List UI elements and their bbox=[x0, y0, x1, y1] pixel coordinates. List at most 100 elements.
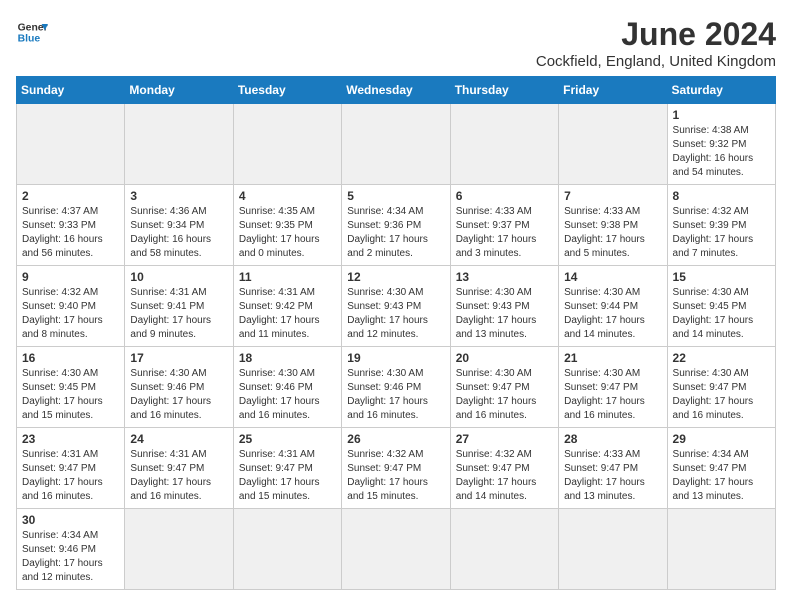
daylight-text: Daylight: 17 hours and 12 minutes. bbox=[22, 558, 103, 583]
calendar-cell: 14 Sunrise: 4:30 AMSunset: 9:44 PMDayligh… bbox=[559, 266, 667, 347]
calendar-cell: 15Sunrise: 4:30 AMSunset: 9:45 PMDayligh… bbox=[667, 266, 775, 347]
daylight-text: Daylight: 16 hours and 58 minutes. bbox=[130, 234, 211, 259]
cell-info: Sunrise: 4:30 AMSunset: 9:45 PMDaylight:… bbox=[22, 367, 119, 423]
daylight-text: Daylight: 17 hours and 13 minutes. bbox=[564, 477, 645, 502]
sunset-text: Sunset: 9:46 PM bbox=[347, 382, 421, 393]
calendar-cell: 11Sunrise: 4:31 AMSunset: 9:42 PMDayligh… bbox=[233, 266, 341, 347]
logo: General Blue bbox=[16, 16, 48, 48]
calendar-cell: 21Sunrise: 4:30 AMSunset: 9:47 PMDayligh… bbox=[559, 347, 667, 428]
sunrise-text: Sunrise: 4:30 AM bbox=[347, 287, 423, 298]
calendar-cell: 10Sunrise: 4:31 AMSunset: 9:41 PMDayligh… bbox=[125, 266, 233, 347]
daylight-text: Daylight: 17 hours and 14 minutes. bbox=[673, 315, 754, 340]
calendar-cell: 17Sunrise: 4:30 AMSunset: 9:46 PMDayligh… bbox=[125, 347, 233, 428]
cell-info: Sunrise: 4:31 AMSunset: 9:47 PMDaylight:… bbox=[130, 448, 227, 504]
calendar-cell: 8Sunrise: 4:32 AMSunset: 9:39 PMDaylight… bbox=[667, 185, 775, 266]
month-title: June 2024 bbox=[536, 16, 776, 53]
calendar-cell: 20 Sunrise: 4:30 AMSunset: 9:47 PMDayligh… bbox=[450, 347, 558, 428]
daylight-text: Daylight: 17 hours and 16 minutes. bbox=[22, 477, 103, 502]
sunrise-text: Sunrise: 4:32 AM bbox=[22, 287, 98, 298]
cell-info: Sunrise: 4:35 AMSunset: 9:35 PMDaylight:… bbox=[239, 205, 336, 261]
sunrise-text: Sunrise: 4:31 AM bbox=[130, 449, 206, 460]
day-number: 24 bbox=[130, 432, 227, 446]
daylight-text: Daylight: 17 hours and 13 minutes. bbox=[673, 477, 754, 502]
sunrise-text: Sunrise: 4:31 AM bbox=[239, 449, 315, 460]
sunset-text: Sunset: 9:46 PM bbox=[22, 544, 96, 555]
calendar-cell: 3Sunrise: 4:36 AMSunset: 9:34 PMDaylight… bbox=[125, 185, 233, 266]
week-row-5: 23Sunrise: 4:31 AMSunset: 9:47 PMDayligh… bbox=[17, 428, 776, 509]
calendar-cell: 9Sunrise: 4:32 AMSunset: 9:40 PMDaylight… bbox=[17, 266, 125, 347]
sunrise-text: Sunrise: 4:33 AM bbox=[456, 206, 532, 217]
sunrise-text: Sunrise: 4:32 AM bbox=[347, 449, 423, 460]
sunrise-text: Sunrise: 4:30 AM bbox=[673, 287, 749, 298]
daylight-text: Daylight: 17 hours and 16 minutes. bbox=[673, 396, 754, 421]
calendar-cell: 4 Sunrise: 4:35 AMSunset: 9:35 PMDaylight… bbox=[233, 185, 341, 266]
sunset-text: Sunset: 9:36 PM bbox=[347, 220, 421, 231]
calendar-cell: 30 Sunrise: 4:34 AM Sunset: 9:46 PM Dayligh… bbox=[17, 509, 125, 590]
cell-info: Sunrise: 4:38 AMSunset: 9:32 PMDaylight:… bbox=[673, 124, 770, 180]
day-number: 7 bbox=[564, 189, 661, 203]
day-number: 30 bbox=[22, 513, 119, 527]
sunset-text: Sunset: 9:41 PM bbox=[130, 301, 204, 312]
daylight-text: Daylight: 17 hours and 14 minutes. bbox=[456, 477, 537, 502]
week-row-6: 30 Sunrise: 4:34 AM Sunset: 9:46 PM Dayligh… bbox=[17, 509, 776, 590]
day-number: 20 bbox=[456, 351, 553, 365]
sunrise-text: Sunrise: 4:31 AM bbox=[130, 287, 206, 298]
sunset-text: Sunset: 9:33 PM bbox=[22, 220, 96, 231]
sunrise-text: Sunrise: 4:34 AM bbox=[673, 449, 749, 460]
cell-info: Sunrise: 4:37 AMSunset: 9:33 PMDaylight:… bbox=[22, 205, 119, 261]
day-number: 29 bbox=[673, 432, 770, 446]
day-number: 15 bbox=[673, 270, 770, 284]
sunrise-text: Sunrise: 4:31 AM bbox=[239, 287, 315, 298]
daylight-text: Daylight: 17 hours and 7 minutes. bbox=[673, 234, 754, 259]
daylight-text: Daylight: 17 hours and 12 minutes. bbox=[347, 315, 428, 340]
svg-text:Blue: Blue bbox=[18, 34, 41, 45]
week-row-1: 1Sunrise: 4:38 AMSunset: 9:32 PMDaylight… bbox=[17, 104, 776, 185]
cell-info: Sunrise: 4:31 AMSunset: 9:47 PMDaylight:… bbox=[22, 448, 119, 504]
daylight-text: Daylight: 17 hours and 16 minutes. bbox=[130, 396, 211, 421]
day-number: 13 bbox=[456, 270, 553, 284]
cell-info: Sunrise: 4:33 AMSunset: 9:37 PMDaylight:… bbox=[456, 205, 553, 261]
day-number: 2 bbox=[22, 189, 119, 203]
sunset-text: Sunset: 9:38 PM bbox=[564, 220, 638, 231]
calendar-cell bbox=[342, 104, 450, 185]
cell-info: Sunrise: 4:30 AMSunset: 9:47 PMDaylight:… bbox=[564, 367, 661, 423]
calendar-cell bbox=[450, 104, 558, 185]
cell-info: Sunrise: 4:30 AMSunset: 9:44 PMDaylight:… bbox=[564, 286, 661, 342]
calendar-cell: 7Sunrise: 4:33 AMSunset: 9:38 PMDaylight… bbox=[559, 185, 667, 266]
sunrise-text: Sunrise: 4:38 AM bbox=[673, 125, 749, 136]
day-number: 25 bbox=[239, 432, 336, 446]
calendar-cell: 23Sunrise: 4:31 AMSunset: 9:47 PMDayligh… bbox=[17, 428, 125, 509]
calendar-cell: 27Sunrise: 4:32 AMSunset: 9:47 PMDayligh… bbox=[450, 428, 558, 509]
sunset-text: Sunset: 9:32 PM bbox=[673, 139, 747, 150]
week-row-2: 2 Sunrise: 4:37 AM Sunset: 9:33 PM Daylight… bbox=[17, 185, 776, 266]
header-saturday: Saturday bbox=[667, 77, 775, 104]
calendar-cell: 5Sunrise: 4:34 AMSunset: 9:36 PMDaylight… bbox=[342, 185, 450, 266]
sunrise-text: Sunrise: 4:34 AM bbox=[22, 530, 98, 541]
sunset-text: Sunset: 9:47 PM bbox=[130, 463, 204, 474]
sunrise-text: Sunrise: 4:30 AM bbox=[347, 368, 423, 379]
calendar-cell bbox=[125, 104, 233, 185]
sunset-text: Sunset: 9:35 PM bbox=[239, 220, 313, 231]
calendar-cell: 22Sunrise: 4:30 AMSunset: 9:47 PMDayligh… bbox=[667, 347, 775, 428]
weekday-header-row: Sunday Monday Tuesday Wednesday Thursday… bbox=[17, 77, 776, 104]
cell-info: Sunrise: 4:31 AMSunset: 9:41 PMDaylight:… bbox=[130, 286, 227, 342]
day-number: 14 bbox=[564, 270, 661, 284]
sunrise-text: Sunrise: 4:32 AM bbox=[673, 206, 749, 217]
calendar-cell: 18Sunrise: 4:30 AMSunset: 9:46 PMDayligh… bbox=[233, 347, 341, 428]
calendar-cell bbox=[17, 104, 125, 185]
sunset-text: Sunset: 9:47 PM bbox=[673, 382, 747, 393]
sunset-text: Sunset: 9:47 PM bbox=[456, 382, 530, 393]
sunset-text: Sunset: 9:47 PM bbox=[456, 463, 530, 474]
calendar-cell bbox=[450, 509, 558, 590]
calendar-cell: 19Sunrise: 4:30 AMSunset: 9:46 PMDayligh… bbox=[342, 347, 450, 428]
calendar-cell bbox=[233, 509, 341, 590]
day-number: 4 bbox=[239, 189, 336, 203]
sunrise-text: Sunrise: 4:30 AM bbox=[130, 368, 206, 379]
sunrise-text: Sunrise: 4:30 AM bbox=[456, 287, 532, 298]
calendar-cell bbox=[559, 509, 667, 590]
cell-info: Sunrise: 4:30 AMSunset: 9:47 PMDaylight:… bbox=[456, 367, 553, 423]
sunrise-text: Sunrise: 4:37 AM bbox=[22, 206, 98, 217]
sunrise-text: Sunrise: 4:36 AM bbox=[130, 206, 206, 217]
sunset-text: Sunset: 9:44 PM bbox=[564, 301, 638, 312]
calendar-cell: 2Sunrise: 4:37 AMSunset: 9:33 PMDaylight… bbox=[17, 185, 125, 266]
